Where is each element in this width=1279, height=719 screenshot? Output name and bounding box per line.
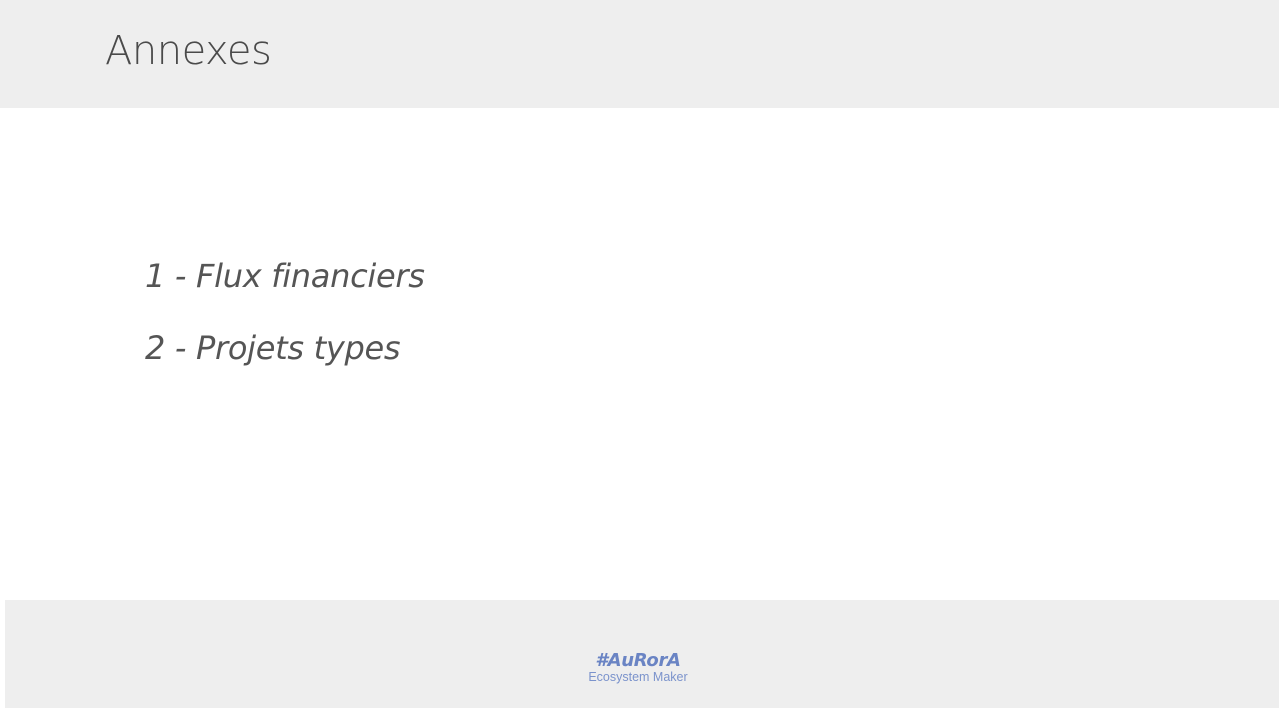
logo-tagline: Ecosystem Maker — [588, 670, 688, 684]
header-band: Annexes — [0, 0, 1279, 108]
slide: Annexes 1 - Flux financiers 2 - Projets … — [0, 0, 1279, 719]
logo-hashtag: #AuRorA — [595, 650, 681, 671]
aurora-logo: #AuRorA Ecosystem Maker — [582, 650, 694, 684]
annex-list: 1 - Flux financiers 2 - Projets types — [145, 254, 425, 398]
annex-item-flux-financiers: 1 - Flux financiers — [145, 257, 425, 295]
annex-item-projets-types: 2 - Projets types — [145, 329, 401, 367]
slide-title: Annexes — [105, 28, 272, 74]
